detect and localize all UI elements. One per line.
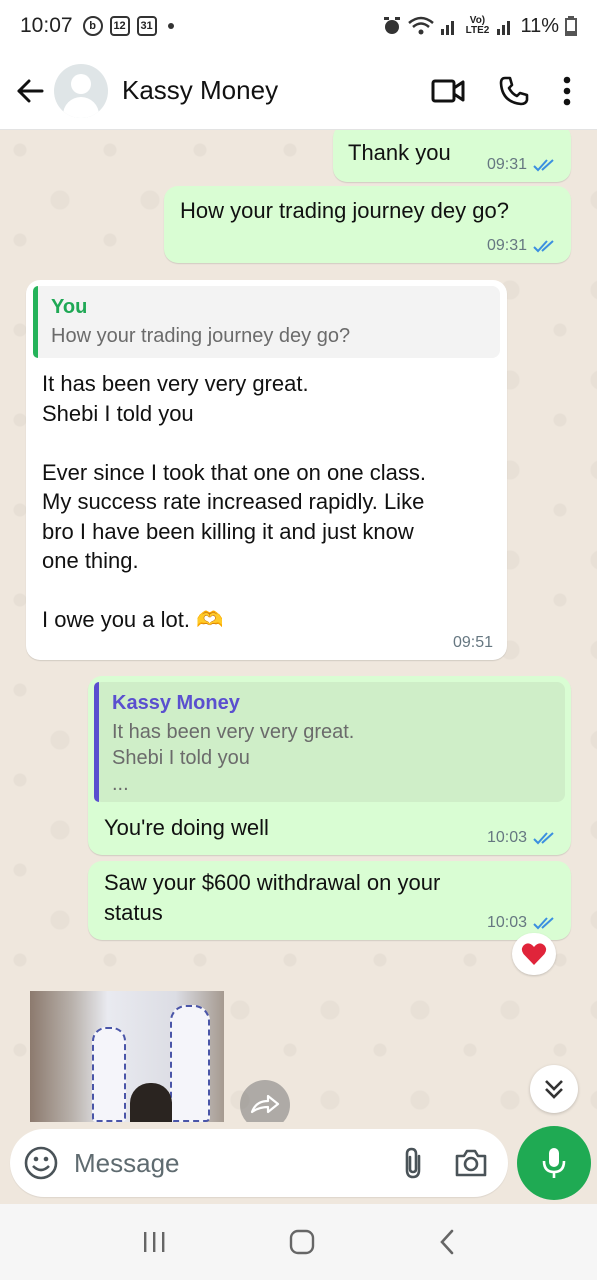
message-text: You're doing well bbox=[104, 815, 269, 840]
wifi-icon bbox=[408, 16, 435, 35]
notification-dot-icon bbox=[167, 23, 174, 29]
back-nav-icon[interactable] bbox=[438, 1229, 456, 1255]
recents-icon[interactable] bbox=[141, 1230, 167, 1254]
message-text: How your trading journey dey go? bbox=[180, 198, 509, 223]
calendar-date-icon: 31 bbox=[136, 16, 157, 36]
home-icon[interactable] bbox=[289, 1229, 315, 1255]
status-bar: 10:07 b 12 31 Vo) LTE2 11% bbox=[0, 0, 597, 52]
message-bubble-outgoing[interactable]: Thank you 09:31 bbox=[333, 130, 571, 182]
forward-button[interactable] bbox=[240, 1080, 290, 1122]
signal-icon bbox=[441, 21, 455, 35]
forward-icon bbox=[250, 1094, 280, 1114]
battery-icon bbox=[565, 16, 577, 36]
alarm-icon bbox=[384, 17, 401, 34]
message-text: It has been very very great. Shebi I tol… bbox=[42, 371, 427, 632]
emoji-icon[interactable] bbox=[24, 1146, 58, 1180]
composer-bar bbox=[0, 1122, 597, 1204]
reaction-badge[interactable] bbox=[512, 933, 556, 975]
message-bubble-incoming[interactable]: You How your trading journey dey go? It … bbox=[26, 280, 507, 660]
attach-icon[interactable] bbox=[402, 1146, 424, 1180]
message-meta: 09:51 bbox=[453, 634, 493, 652]
status-time: 10:07 bbox=[20, 14, 73, 37]
reply-author: You bbox=[51, 296, 88, 318]
message-bubble-outgoing[interactable]: How your trading journey dey go? 09:31 bbox=[164, 186, 571, 263]
calendar-icon: 12 bbox=[109, 16, 130, 36]
reply-text: How your trading journey dey go? bbox=[51, 325, 351, 347]
message-time: 09:31 bbox=[486, 237, 527, 254]
back-arrow-icon bbox=[17, 79, 44, 102]
double-check-icon bbox=[533, 240, 554, 253]
message-input[interactable] bbox=[74, 1147, 364, 1179]
message-meta: 09:31 bbox=[487, 156, 557, 174]
voice-call-icon[interactable] bbox=[499, 76, 529, 106]
reply-quote[interactable]: Kassy Money It has been very very great.… bbox=[94, 682, 565, 802]
message-meta: 10:03 bbox=[487, 914, 557, 932]
video-call-icon[interactable] bbox=[431, 78, 465, 104]
battery-percent: 11% bbox=[520, 14, 559, 37]
mic-icon bbox=[542, 1148, 566, 1178]
photo-vase-right bbox=[170, 1005, 210, 1122]
message-time: 10:03 bbox=[486, 914, 527, 931]
avatar-head-shape bbox=[71, 73, 91, 94]
double-check-icon bbox=[533, 159, 554, 172]
chat-area[interactable]: Thank you 09:31 How your trading journey… bbox=[0, 130, 597, 1122]
avatar-body-shape bbox=[63, 96, 99, 118]
photo-person bbox=[130, 1083, 172, 1122]
signal-icon-2 bbox=[497, 21, 511, 35]
message-time: 09:51 bbox=[452, 634, 493, 651]
message-text: Saw your $600 withdrawal on your status bbox=[104, 870, 441, 925]
voice-message-button[interactable] bbox=[517, 1126, 591, 1200]
message-input-container[interactable] bbox=[10, 1129, 508, 1197]
back-button[interactable] bbox=[12, 73, 48, 109]
photo-vase-left bbox=[92, 1027, 126, 1122]
message-bubble-outgoing[interactable]: Kassy Money It has been very very great.… bbox=[88, 676, 571, 855]
reply-author: Kassy Money bbox=[112, 692, 240, 714]
message-time: 10:03 bbox=[486, 829, 527, 846]
system-nav-bar bbox=[0, 1204, 597, 1280]
status-right: Vo) LTE2 11% bbox=[382, 15, 577, 38]
message-meta: 10:03 bbox=[487, 829, 557, 847]
double-check-icon bbox=[533, 917, 554, 930]
b-icon: b bbox=[82, 16, 103, 36]
network-label: Vo) LTE2 bbox=[465, 15, 490, 36]
composer-actions bbox=[402, 1146, 488, 1180]
reply-text: It has been very very great. Shebi I tol… bbox=[112, 721, 355, 795]
camera-icon[interactable] bbox=[454, 1148, 488, 1178]
image-message-preview[interactable] bbox=[30, 991, 224, 1122]
scroll-to-bottom-button[interactable] bbox=[530, 1065, 578, 1113]
double-check-icon bbox=[533, 832, 554, 845]
message-meta: 09:31 bbox=[487, 237, 557, 255]
heart-icon bbox=[521, 943, 547, 965]
reply-quote[interactable]: You How your trading journey dey go? bbox=[33, 286, 500, 358]
message-bubble-outgoing[interactable]: Saw your $600 withdrawal on your status … bbox=[88, 861, 571, 940]
header-actions bbox=[431, 76, 571, 106]
avatar[interactable] bbox=[54, 63, 108, 118]
message-time: 09:31 bbox=[486, 156, 527, 173]
chat-header: Kassy Money bbox=[0, 52, 597, 130]
more-options-icon[interactable] bbox=[563, 76, 571, 106]
contact-name[interactable]: Kassy Money bbox=[122, 75, 278, 106]
message-text: Thank you bbox=[348, 140, 451, 165]
double-chevron-down-icon bbox=[545, 1080, 563, 1099]
